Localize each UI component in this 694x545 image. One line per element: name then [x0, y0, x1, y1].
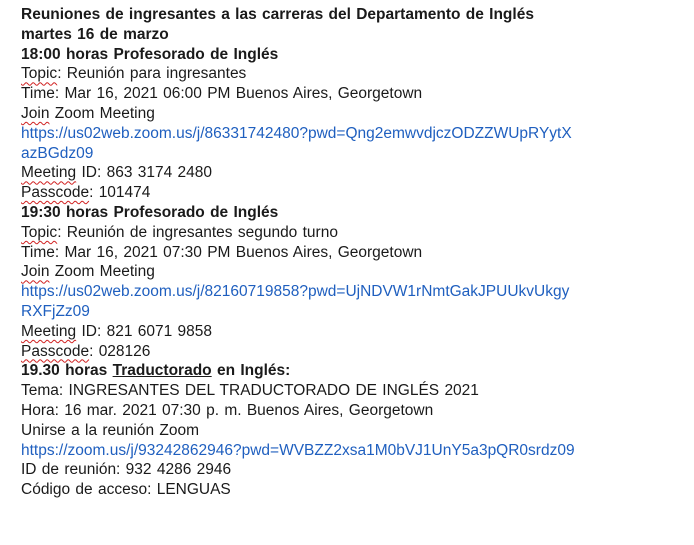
meeting-link-line-2[interactable]: azBGdz09 — [21, 144, 681, 164]
meeting-id-label: Meeting — [21, 164, 77, 182]
meeting-join-label: Unirse a la reunión Zoom — [21, 421, 200, 439]
meeting-block-2: 19:30 horas Profesorado de Inglés Topic:… — [21, 203, 681, 361]
meeting-hora: Hora: 16 mar. 2021 07:30 p. m. Buenos Ai… — [21, 401, 434, 419]
meeting-id-value: ID: 821 6071 9858 — [76, 322, 213, 340]
heading-suffix: en Inglés: — [211, 362, 291, 380]
passcode-value: : 101474 — [89, 184, 151, 202]
meeting-access-code: Código de acceso: LENGUAS — [21, 481, 231, 499]
join-word: Join — [21, 263, 50, 281]
meeting-link-line-1[interactable]: https://us02web.zoom.us/j/86331742480?pw… — [21, 124, 681, 144]
topic-label: Topic — [21, 223, 58, 241]
meeting-block-3: 19.30 horas Traductorado en Inglés: Tema… — [21, 361, 681, 500]
meeting-id: Meeting ID: 863 3174 2480 — [21, 163, 681, 183]
meeting-id: Meeting ID: 821 6071 9858 — [21, 322, 681, 342]
meeting-heading: 19:30 horas Profesorado de Inglés — [21, 203, 279, 221]
topic-value: : Reunión de ingresantes segundo turno — [57, 223, 338, 241]
topic-label: Topic — [21, 65, 58, 83]
heading-underlined: Traductorado — [112, 362, 212, 380]
meeting-topic: Topic: Reunión de ingresantes segundo tu… — [21, 223, 681, 243]
join-rest: Zoom Meeting — [49, 104, 155, 122]
meeting-link[interactable]: https://zoom.us/j/93242862946?pwd=WVBZZ2… — [21, 441, 681, 461]
meeting-join-label: Join Zoom Meeting — [21, 262, 681, 282]
meeting-id-label: Meeting — [21, 322, 77, 340]
meeting-passcode: Passcode: 028126 — [21, 342, 681, 362]
meeting-block-1: 18:00 horas Profesorado de Inglés Topic:… — [21, 45, 681, 203]
meeting-heading: 18:00 horas Profesorado de Inglés — [21, 45, 279, 63]
meeting-heading: 19.30 horas Traductorado en Inglés: — [21, 361, 681, 381]
passcode-label: Passcode — [21, 184, 90, 202]
join-rest: Zoom Meeting — [49, 263, 155, 281]
meeting-topic: Topic: Reunión para ingresantes — [21, 64, 681, 84]
document-body: Reuniones de ingresantes a las carreras … — [21, 5, 681, 500]
join-word: Join — [21, 104, 50, 122]
meeting-link-line-2[interactable]: RXFjZz09 — [21, 302, 681, 322]
meeting-id-value: ID: 863 3174 2480 — [76, 164, 213, 182]
meeting-passcode: Passcode: 101474 — [21, 183, 681, 203]
document-title-line-2: martes 16 de marzo — [21, 25, 169, 43]
meeting-link[interactable]: https://us02web.zoom.us/j/86331742480?pw… — [21, 124, 681, 164]
meeting-tema: Tema: INGRESANTES DEL TRADUCTORADO DE IN… — [21, 382, 479, 400]
document-title-line-1: Reuniones de ingresantes a las carreras … — [21, 6, 534, 23]
meeting-id: ID de reunión: 932 4286 2946 — [21, 461, 232, 479]
meeting-time: Time: Mar 16, 2021 06:00 PM Buenos Aires… — [21, 85, 423, 103]
topic-value: : Reunión para ingresantes — [57, 65, 247, 83]
meeting-link-line-1[interactable]: https://us02web.zoom.us/j/82160719858?pw… — [21, 282, 681, 302]
heading-prefix: 19.30 horas — [21, 362, 113, 380]
meeting-join-label: Join Zoom Meeting — [21, 104, 681, 124]
meeting-link[interactable]: https://us02web.zoom.us/j/82160719858?pw… — [21, 282, 681, 322]
passcode-value: : 028126 — [89, 342, 151, 360]
passcode-label: Passcode — [21, 342, 90, 360]
meeting-time: Time: Mar 16, 2021 07:30 PM Buenos Aires… — [21, 243, 423, 261]
